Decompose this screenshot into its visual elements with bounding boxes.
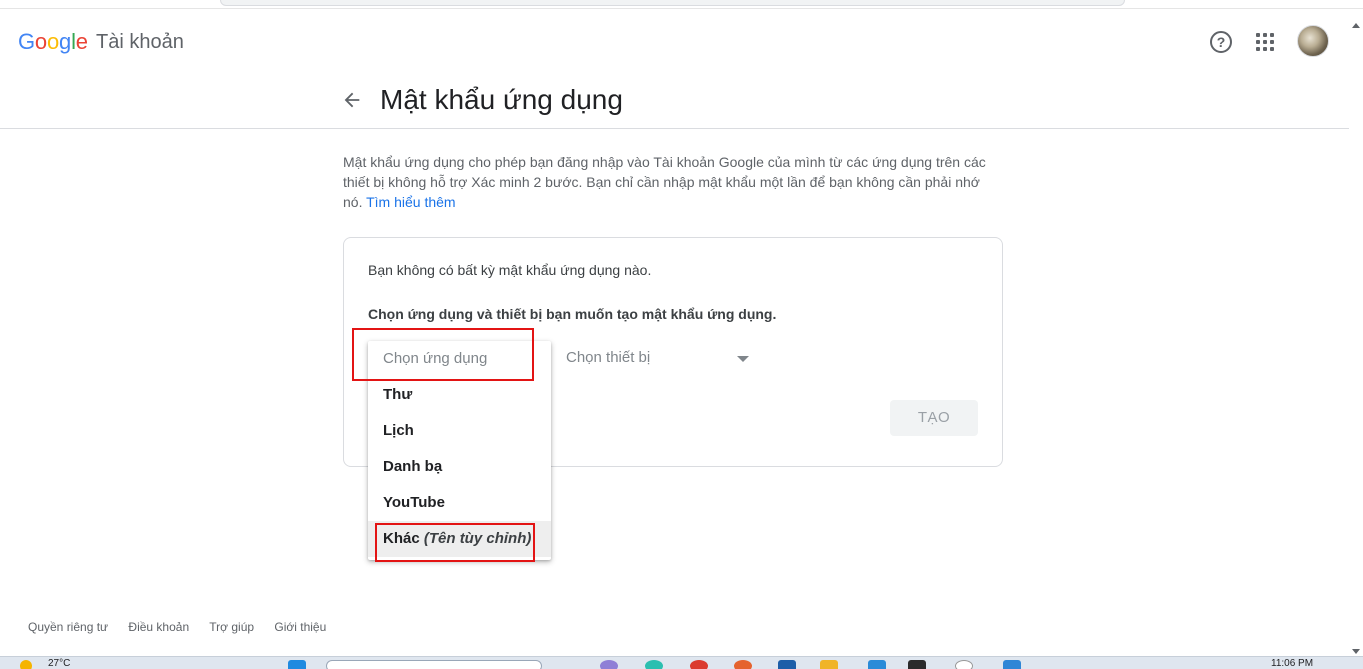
taskbar-app-icon[interactable]	[1003, 660, 1021, 669]
taskbar-app-icon[interactable]	[645, 660, 663, 669]
help-icon[interactable]: ?	[1210, 31, 1232, 53]
logo-letter-e: e	[75, 29, 88, 54]
select-device-dropdown[interactable]: Chọn thiết bị	[566, 349, 756, 373]
highlight-box-other	[375, 523, 535, 562]
google-logo[interactable]: Google	[18, 29, 88, 55]
menu-item-mail[interactable]: Thư	[368, 377, 551, 413]
menu-item-calendar[interactable]: Lịch	[368, 413, 551, 449]
windows-start-icon[interactable]	[288, 660, 306, 669]
logo-letter-o1: o	[34, 29, 47, 54]
taskbar-search-box[interactable]	[326, 660, 542, 669]
browser-address-bar-strip	[0, 0, 1363, 9]
logo-letter-o2: o	[46, 29, 60, 54]
taskbar-app-icon[interactable]	[600, 660, 618, 669]
scroll-down-icon[interactable]	[1352, 649, 1360, 654]
taskbar: 27°C 11:06 PM	[0, 656, 1363, 669]
choose-app-device-text: Chọn ứng dụng và thiết bị bạn muốn tạo m…	[368, 306, 777, 322]
taskbar-chrome-icon[interactable]	[690, 660, 708, 669]
page-title: Mật khẩu ứng dụng	[380, 84, 623, 115]
scroll-up-icon[interactable]	[1352, 23, 1360, 28]
create-button[interactable]: TẠO	[890, 400, 978, 436]
taskbar-clock[interactable]: 11:06 PM	[1271, 658, 1313, 669]
page: Google Tài khoản ? Mật khẩu ứng dụng Mật…	[0, 0, 1363, 669]
logo-letter-g2: g	[59, 29, 72, 54]
weather-icon[interactable]	[20, 660, 32, 669]
footer-links: Quyền riêng tư Điều khoản Trợ giúp Giới …	[28, 620, 343, 634]
product-name[interactable]: Tài khoản	[96, 31, 184, 54]
app-header: Google Tài khoản ?	[0, 9, 1349, 74]
menu-item-contacts[interactable]: Danh bạ	[368, 449, 551, 485]
learn-more-link[interactable]: Tìm hiểu thêm	[366, 194, 455, 210]
taskbar-app-icon[interactable]	[955, 660, 973, 669]
footer-link-terms[interactable]: Điều khoản	[128, 620, 189, 634]
google-apps-icon[interactable]	[1256, 33, 1274, 51]
no-passwords-message: Bạn không có bất kỳ mật khẩu ứng dụng nà…	[368, 262, 652, 278]
footer-link-privacy[interactable]: Quyền riêng tư	[28, 620, 108, 634]
menu-item-youtube[interactable]: YouTube	[368, 485, 551, 521]
intro-text: Mật khẩu ứng dụng cho phép bạn đăng nhập…	[343, 152, 1003, 212]
taskbar-terminal-icon[interactable]	[908, 660, 926, 669]
footer-link-about[interactable]: Giới thiệu	[274, 620, 326, 634]
highlight-box-select-app	[352, 328, 534, 381]
taskbar-weather[interactable]: 27°C	[48, 658, 70, 669]
select-device-label: Chọn thiết bị	[566, 349, 651, 366]
taskbar-app-icon[interactable]	[778, 660, 796, 669]
taskbar-app-icon[interactable]	[734, 660, 752, 669]
back-arrow-icon[interactable]	[341, 89, 363, 111]
avatar[interactable]	[1297, 25, 1329, 57]
dropdown-arrow-icon	[737, 356, 749, 362]
footer-link-help[interactable]: Trợ giúp	[209, 620, 254, 634]
taskbar-folder-icon[interactable]	[820, 660, 838, 669]
taskbar-app-icon[interactable]	[868, 660, 886, 669]
title-divider	[0, 128, 1349, 129]
logo-letter-g1: G	[18, 29, 35, 54]
vertical-scrollbar[interactable]	[1349, 9, 1363, 656]
address-bar[interactable]	[220, 0, 1125, 6]
